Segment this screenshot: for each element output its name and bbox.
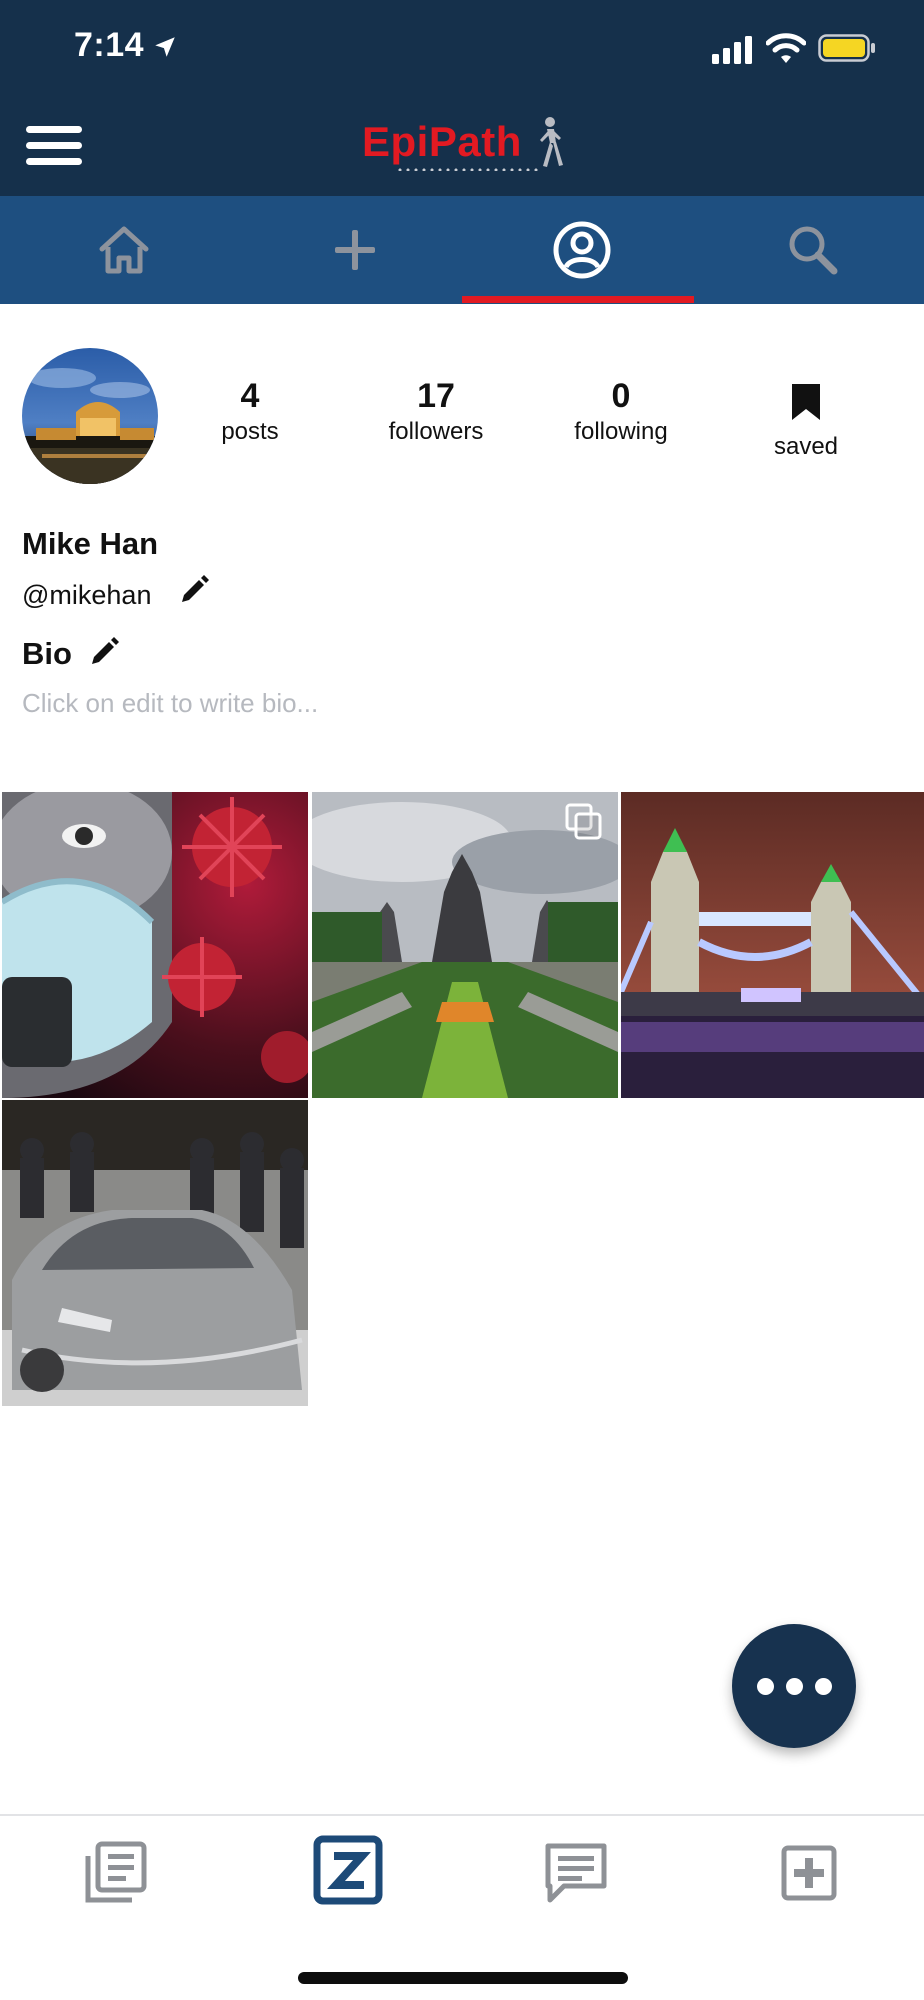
saved-stat[interactable]: saved	[726, 382, 886, 463]
add-box-icon	[781, 1845, 837, 1901]
followers-count: 17	[417, 377, 455, 415]
wifi-icon	[766, 33, 806, 63]
feed-icon	[85, 1841, 147, 1903]
following-stat[interactable]: 0 following	[541, 376, 701, 448]
home-icon	[99, 226, 148, 274]
post-tile-mask-virus[interactable]	[2, 792, 308, 1098]
post-image	[621, 792, 924, 1098]
tab-profile[interactable]	[466, 196, 697, 304]
following-count: 0	[611, 377, 631, 415]
nav-feed[interactable]	[80, 1838, 150, 1908]
more-dot-icon	[756, 1677, 774, 1695]
post-tile-silver-car[interactable]	[2, 1100, 308, 1406]
app-header: 7:14 EpiPath	[0, 0, 924, 196]
post-image	[2, 792, 308, 1098]
nav-add-box[interactable]	[774, 1838, 844, 1908]
following-label: following	[574, 418, 668, 445]
avatar-image	[22, 348, 158, 484]
search-icon	[789, 226, 837, 275]
profile-circle-icon	[553, 221, 610, 279]
avatar[interactable]	[22, 348, 158, 484]
active-tab-indicator	[462, 296, 694, 303]
home-indicator	[298, 1972, 628, 1984]
post-tile-tower-bridge[interactable]	[621, 792, 924, 1098]
profile-name: Mike Han	[22, 526, 159, 561]
battery-icon	[818, 34, 875, 62]
location-arrow-icon	[155, 37, 175, 57]
nav-z-home[interactable]	[312, 1834, 386, 1908]
profile-handle: @mikehan	[22, 580, 152, 610]
tab-search[interactable]	[697, 196, 924, 304]
multiple-images-icon	[565, 803, 602, 840]
bookmark-icon	[792, 384, 820, 420]
followers-label: followers	[388, 418, 484, 445]
walker-icon	[540, 117, 563, 167]
saved-label: saved	[773, 433, 839, 460]
bottom-divider	[0, 1814, 924, 1816]
edit-pencil-icon[interactable]	[178, 574, 210, 606]
nav-chat[interactable]	[542, 1838, 612, 1908]
post-tile-temple-garden[interactable]	[312, 792, 618, 1098]
posts-label: posts	[221, 418, 279, 445]
more-options-button[interactable]	[732, 1624, 856, 1748]
brand-logo: EpiPath	[356, 112, 576, 176]
tab-home[interactable]	[8, 196, 239, 304]
more-dot-icon	[814, 1677, 832, 1695]
tab-add[interactable]	[239, 196, 470, 304]
top-tab-bar	[0, 196, 924, 304]
brand-underline	[396, 168, 542, 171]
followers-stat[interactable]: 17 followers	[356, 376, 516, 448]
status-time: 7:14	[74, 26, 145, 64]
posts-stat[interactable]: 4 posts	[170, 376, 330, 448]
posts-count: 4	[240, 377, 260, 415]
chat-icon	[545, 1843, 607, 1903]
plus-icon	[334, 230, 375, 270]
more-dot-icon	[785, 1677, 803, 1695]
edit-bio-pencil-icon[interactable]	[88, 636, 120, 668]
bio-label: Bio	[22, 636, 72, 671]
post-image	[2, 1100, 308, 1406]
bio-placeholder: Click on edit to write bio...	[22, 688, 319, 718]
brand-name: EpiPath	[362, 118, 522, 165]
hamburger-menu-icon[interactable]	[26, 126, 82, 166]
z-logo-icon	[313, 1835, 383, 1905]
signal-icon	[712, 36, 752, 64]
